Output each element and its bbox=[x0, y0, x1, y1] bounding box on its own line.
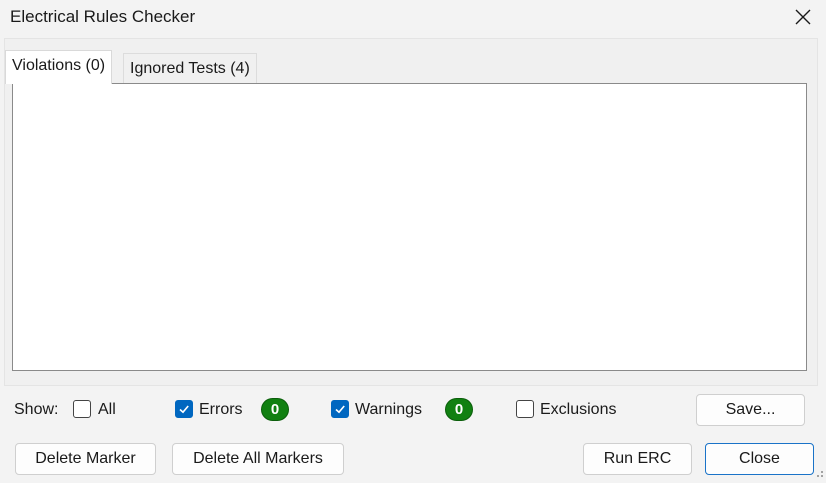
title-bar: Electrical Rules Checker bbox=[0, 0, 826, 36]
errors-count-badge: 0 bbox=[261, 398, 289, 421]
exclusions-label[interactable]: Exclusions bbox=[540, 401, 616, 419]
delete-all-markers-button[interactable]: Delete All Markers bbox=[172, 443, 344, 475]
tab-ignored-tests-label: Ignored Tests (4) bbox=[130, 60, 250, 77]
delete-marker-button[interactable]: Delete Marker bbox=[15, 443, 156, 475]
warnings-label[interactable]: Warnings bbox=[355, 401, 422, 419]
show-label: Show: bbox=[14, 401, 59, 418]
checkmark-icon bbox=[179, 405, 189, 414]
warnings-count-badge: 0 bbox=[445, 398, 473, 421]
all-checkbox[interactable] bbox=[73, 400, 91, 418]
violations-list[interactable] bbox=[12, 83, 807, 371]
window-title: Electrical Rules Checker bbox=[10, 7, 196, 26]
close-window-icon[interactable] bbox=[790, 4, 816, 30]
errors-checkbox[interactable] bbox=[175, 400, 193, 418]
save-button[interactable]: Save... bbox=[696, 394, 805, 426]
resize-grip-icon[interactable] bbox=[814, 465, 824, 477]
warnings-checkbox[interactable] bbox=[331, 400, 349, 418]
exclusions-checkbox[interactable] bbox=[516, 400, 534, 418]
run-erc-button[interactable]: Run ERC bbox=[583, 443, 692, 475]
checkmark-icon bbox=[335, 405, 345, 414]
errors-label[interactable]: Errors bbox=[199, 401, 243, 419]
tab-violations-label: Violations (0) bbox=[12, 57, 106, 74]
tab-ignored-tests[interactable]: Ignored Tests (4) bbox=[123, 53, 257, 84]
all-label[interactable]: All bbox=[98, 401, 116, 419]
close-button[interactable]: Close bbox=[705, 443, 814, 475]
tab-violations[interactable]: Violations (0) bbox=[5, 50, 113, 84]
